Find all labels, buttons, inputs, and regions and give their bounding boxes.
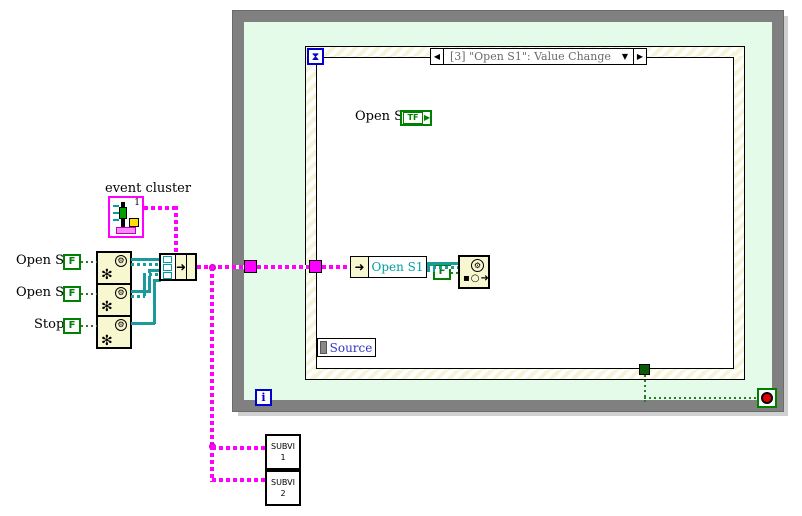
open-s2-boolean-terminal[interactable]: F — [63, 286, 81, 302]
wire-to-subvi-1 — [212, 446, 266, 450]
value-glyph-icon: ▪○➜ — [463, 273, 490, 284]
event-cluster-label: event cluster — [105, 181, 192, 196]
next-case-arrow-icon[interactable]: ▶ — [632, 49, 646, 64]
hourglass-icon: ⧗ — [311, 49, 320, 63]
stop-boolean-terminal[interactable]: F — [63, 318, 81, 334]
property-node-stop[interactable]: ⚙ ✻ — [98, 317, 130, 349]
subvi-2-index: 2 — [280, 489, 286, 498]
event-case-selector[interactable]: ◀ [3] "Open S1": Value Change ▼ ▶ — [430, 48, 647, 65]
event-case-body — [316, 57, 734, 369]
subvi-2-node[interactable]: SUBVI 2 — [265, 470, 301, 506]
property-node-stack[interactable]: ⚙ ✻ ⚙ ✻ ⚙ ✻ — [96, 251, 132, 349]
wire-unbundle-to-f-b — [427, 269, 435, 272]
wire-down-to-subvi-2 — [210, 446, 214, 482]
tf-indicator-arrow-icon: ▶ — [424, 113, 431, 122]
subvi-1-name: SUBVI — [270, 442, 295, 451]
wire-refnum-3-riser — [153, 280, 156, 324]
bundle-arrow-icon: ➜ — [175, 260, 187, 274]
event-cluster-node[interactable]: 1 — [108, 196, 144, 238]
event-case-label: [3] "Open S1": Value Change — [450, 50, 611, 63]
while-loop-shadow-right — [784, 16, 788, 416]
wire-f-to-property-a — [427, 262, 459, 265]
property-node-value[interactable]: ⚙ ▪○➜ — [458, 255, 490, 289]
wire-to-subvi-2 — [212, 478, 266, 482]
chevron-down-icon[interactable]: ▼ — [617, 52, 633, 61]
event-timeout-terminal[interactable]: ⧗ — [307, 48, 324, 65]
subvi-1-index: 1 — [280, 453, 286, 462]
wire-event-tunnel-to-unbundle — [322, 265, 350, 269]
event-cluster-index: 1 — [134, 198, 140, 208]
asterisk-icon: ✻ — [101, 333, 113, 349]
subvi-2-name: SUBVI — [270, 478, 295, 487]
page-icon-3 — [163, 271, 173, 279]
property-node-open-s2[interactable]: ⚙ ✻ — [98, 285, 130, 317]
bundle-inputs — [161, 255, 176, 279]
while-loop-tunnel-event-refs[interactable] — [244, 260, 257, 273]
unbundle-arrow-icon: ➜ — [351, 257, 369, 277]
wire-f-to-property-b — [427, 266, 459, 269]
stop-button-icon — [761, 392, 773, 404]
while-loop-shadow-bottom — [238, 412, 788, 416]
wire-open-s2-to-node — [81, 293, 97, 295]
page-icon-1 — [163, 255, 173, 263]
event-cluster-base-icon — [116, 227, 136, 234]
tf-indicator-value: TF — [403, 112, 423, 124]
gear-icon: ⚙ — [115, 319, 127, 331]
wire-loop-to-event-structure — [257, 265, 309, 269]
wire-bundle-to-loop-tunnel — [197, 265, 249, 269]
event-cluster-green-icon — [119, 207, 127, 219]
loop-iteration-terminal[interactable]: i — [255, 389, 272, 406]
source-node-label: Source — [329, 340, 373, 355]
gear-icon: ⚙ — [115, 255, 127, 267]
loop-stop-terminal[interactable] — [757, 388, 777, 408]
wire-refnum-2-riser-b — [143, 274, 146, 296]
stop-terminal-label: Stop — [34, 317, 65, 332]
wire-refnum-1b — [131, 263, 161, 266]
open-s1-boolean-terminal[interactable]: F — [63, 254, 81, 270]
block-diagram-canvas: ⧗ ◀ [3] "Open S1": Value Change ▼ ▶ even… — [0, 0, 802, 516]
asterisk-icon: ✻ — [101, 267, 113, 283]
unbundle-element-label: Open S1 — [371, 260, 424, 274]
wire-event-cluster-to-bundle-h — [144, 206, 178, 210]
event-cluster-yellow-icon — [129, 218, 139, 227]
event-structure-stop-tunnel[interactable] — [639, 364, 650, 375]
wire-refnum-3a — [131, 322, 155, 325]
gear-icon: ⚙ — [471, 259, 484, 272]
wire-open-s1-to-node — [81, 261, 97, 263]
page-icon-2 — [163, 263, 173, 271]
wire-event-cluster-down — [174, 206, 178, 256]
wire-stop-to-node — [81, 325, 97, 327]
subvi-1-node[interactable]: SUBVI 1 — [265, 434, 301, 470]
source-bar-icon — [320, 341, 327, 354]
wire-stop-to-terminal — [644, 397, 757, 399]
gear-icon: ⚙ — [115, 287, 127, 299]
event-cluster-tick-3 — [113, 219, 119, 221]
asterisk-icon: ✻ — [101, 299, 113, 315]
event-structure-tunnel-refs[interactable] — [309, 260, 322, 273]
open-s1-tf-indicator[interactable]: TF ▶ — [400, 110, 432, 126]
unbundle-open-s1-node[interactable]: ➜ Open S1 — [350, 256, 427, 278]
bundle-output-cell — [186, 255, 195, 279]
wire-refnum-1a — [131, 258, 161, 261]
source-node[interactable]: Source — [317, 338, 376, 357]
bundle-event-refs-node[interactable]: ➜ — [159, 253, 197, 281]
prev-case-arrow-icon[interactable]: ◀ — [431, 49, 444, 64]
wire-branch-down-to-subvis — [210, 267, 214, 447]
property-node-open-s1[interactable]: ⚙ ✻ — [98, 253, 130, 285]
